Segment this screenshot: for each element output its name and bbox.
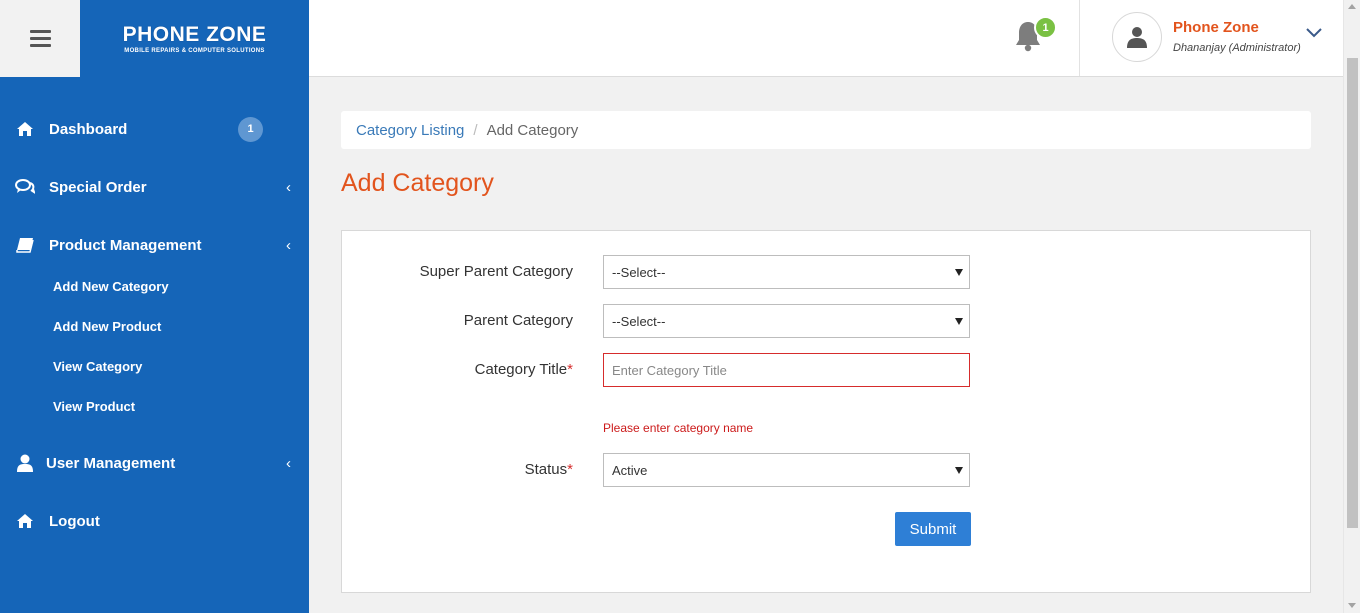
divider bbox=[1079, 0, 1080, 76]
category-title-input[interactable] bbox=[603, 353, 970, 387]
label-text: Status bbox=[524, 461, 568, 478]
sidebar: Dashboard 1 Special Order ‹ Product Mana… bbox=[0, 77, 309, 613]
user-icon bbox=[15, 453, 35, 473]
parent-category-select[interactable]: --Select-- bbox=[603, 304, 970, 338]
parent-category-label: Parent Category bbox=[463, 312, 573, 329]
select-value: --Select-- bbox=[612, 264, 666, 280]
logo-text: PHONE ZONE bbox=[122, 22, 267, 46]
user-role: Dhananjay (Administrator) bbox=[1173, 42, 1301, 54]
sidebar-subitem-view-product[interactable]: View Product bbox=[53, 399, 135, 414]
top-bar: PHONE ZONE MOBILE REPAIRS & COMPUTER SOL… bbox=[0, 0, 1343, 77]
sidebar-item-label: Product Management bbox=[49, 236, 202, 254]
form-panel: Super Parent Category --Select-- Parent … bbox=[341, 230, 1311, 593]
logo-tagline: MOBILE REPAIRS & COMPUTER SOLUTIONS bbox=[124, 47, 265, 54]
home-icon bbox=[15, 511, 35, 531]
chevron-left-icon: ‹ bbox=[286, 454, 291, 472]
select-value: --Select-- bbox=[612, 313, 666, 329]
notifications-button[interactable]: 1 bbox=[1013, 16, 1057, 56]
sidebar-item-label: Dashboard bbox=[49, 120, 128, 138]
scrollbar[interactable] bbox=[1343, 0, 1360, 613]
breadcrumb-current: Add Category bbox=[486, 121, 579, 139]
category-title-label: Category Title* bbox=[475, 361, 573, 378]
category-title-error: Please enter category name bbox=[603, 421, 754, 435]
sidebar-item-label: Logout bbox=[49, 512, 100, 530]
chevron-down-icon bbox=[1306, 28, 1322, 38]
scroll-down-arrow-icon[interactable] bbox=[1348, 603, 1356, 608]
menu-toggle-button[interactable] bbox=[0, 0, 80, 77]
scrollbar-thumb[interactable] bbox=[1347, 58, 1358, 528]
select-value: Active bbox=[612, 462, 648, 478]
scroll-up-arrow-icon[interactable] bbox=[1348, 4, 1356, 9]
comments-icon bbox=[15, 177, 35, 197]
page-title: Add Category bbox=[341, 169, 494, 197]
breadcrumb-link-category-listing[interactable]: Category Listing bbox=[356, 122, 464, 139]
sidebar-subitem-view-category[interactable]: View Category bbox=[53, 359, 142, 374]
label-text: Category Title bbox=[474, 361, 568, 378]
sidebar-item-special-order[interactable]: Special Order ‹ bbox=[0, 167, 309, 207]
super-parent-category-label: Super Parent Category bbox=[419, 263, 573, 280]
hamburger-icon bbox=[29, 30, 51, 47]
sidebar-item-label: Special Order bbox=[49, 178, 147, 196]
chevron-left-icon: ‹ bbox=[286, 178, 291, 196]
status-select[interactable]: Active bbox=[603, 453, 970, 487]
chevron-left-icon: ‹ bbox=[286, 236, 291, 254]
dropdown-arrow-icon bbox=[955, 467, 963, 474]
sidebar-item-dashboard[interactable]: Dashboard 1 bbox=[0, 109, 309, 149]
user-name: Phone Zone bbox=[1173, 19, 1259, 36]
sidebar-item-label: User Management bbox=[46, 454, 176, 472]
dashboard-badge: 1 bbox=[238, 116, 263, 142]
status-label: Status* bbox=[525, 461, 573, 478]
avatar bbox=[1112, 12, 1162, 62]
sidebar-item-user-management[interactable]: User Management ‹ bbox=[0, 443, 309, 483]
book-icon bbox=[15, 235, 35, 255]
sidebar-item-logout[interactable]: Logout bbox=[0, 501, 309, 541]
user-profile-menu[interactable]: Phone Zone Dhananjay (Administrator) bbox=[1112, 12, 1332, 64]
submit-button[interactable]: Submit bbox=[895, 512, 971, 546]
logo[interactable]: PHONE ZONE MOBILE REPAIRS & COMPUTER SOL… bbox=[80, 0, 309, 77]
sidebar-subitem-add-new-category[interactable]: Add New Category bbox=[53, 279, 169, 294]
breadcrumb: Category Listing / Add Category bbox=[341, 111, 1311, 149]
home-icon bbox=[15, 119, 35, 139]
required-mark: * bbox=[567, 461, 573, 478]
required-mark: * bbox=[567, 361, 573, 378]
sidebar-item-product-management[interactable]: Product Management ‹ bbox=[0, 225, 309, 265]
notification-badge: 1 bbox=[1034, 16, 1057, 39]
breadcrumb-separator: / bbox=[473, 121, 478, 139]
super-parent-category-select[interactable]: --Select-- bbox=[603, 255, 970, 289]
dropdown-arrow-icon bbox=[955, 318, 963, 325]
user-avatar-icon bbox=[1127, 27, 1147, 48]
sidebar-subitem-add-new-product[interactable]: Add New Product bbox=[53, 319, 161, 334]
dropdown-arrow-icon bbox=[955, 269, 963, 276]
